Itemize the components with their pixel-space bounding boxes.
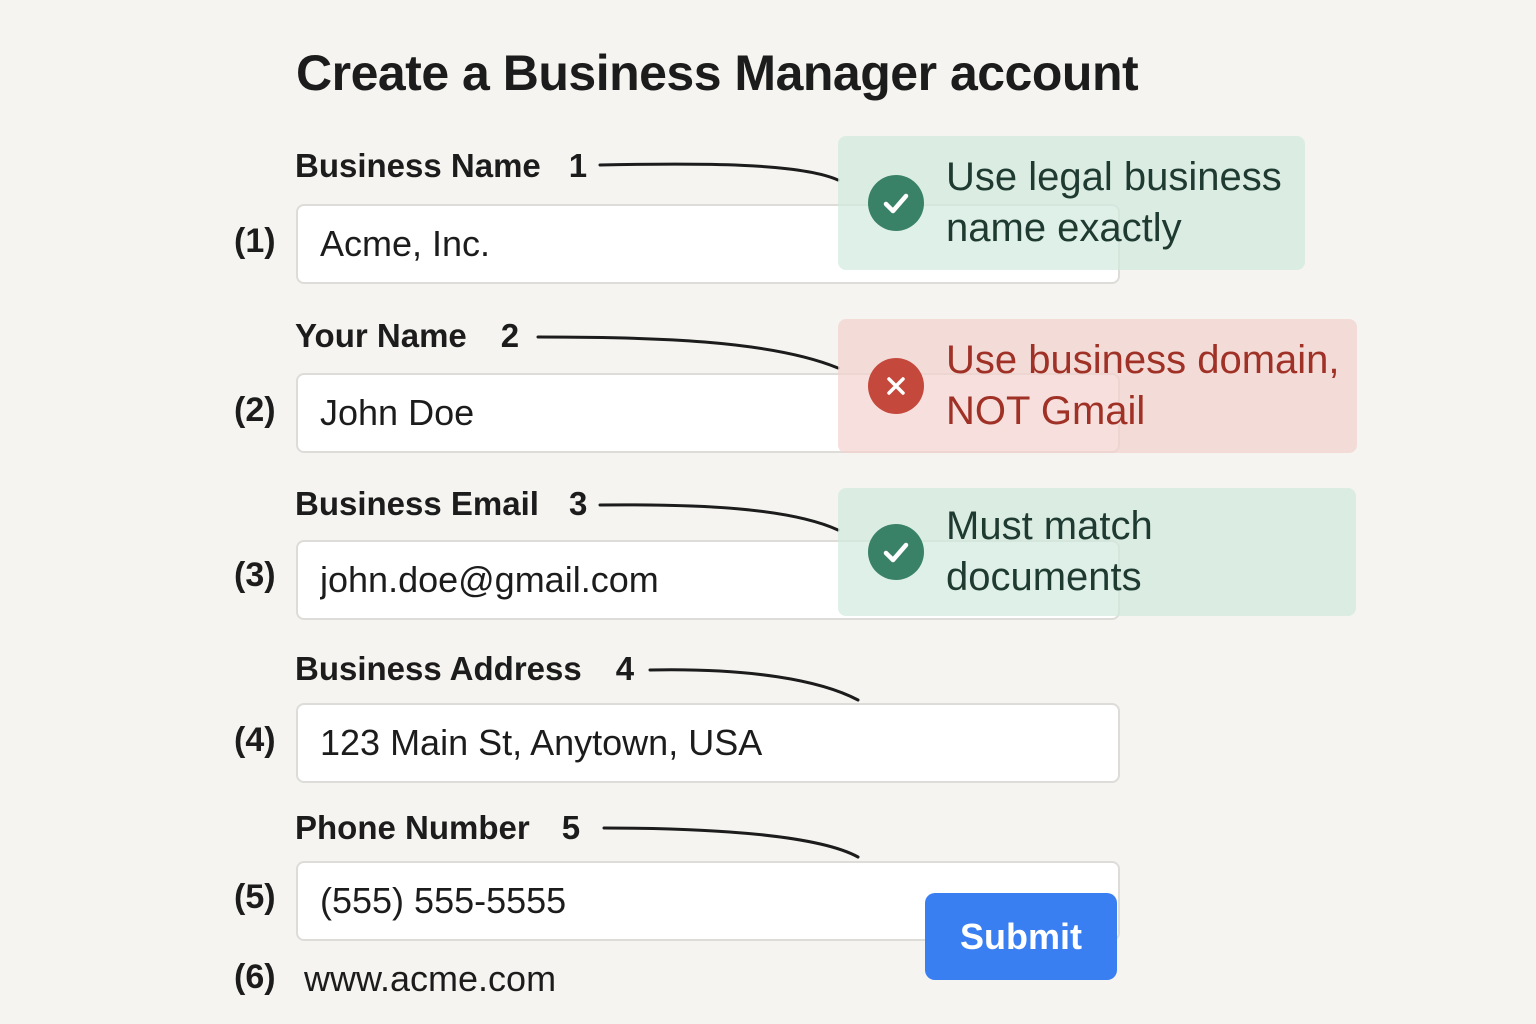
field-number: 3 — [568, 485, 588, 522]
row-index: (6) — [234, 958, 276, 996]
callout-line: NOT Gmail — [946, 389, 1146, 433]
callout-line: Use business domain, — [946, 338, 1340, 382]
field-label-text: Business Email — [295, 485, 539, 522]
field-number: 2 — [500, 317, 520, 354]
check-icon — [868, 175, 924, 231]
field-label-text: Your Name — [295, 317, 467, 354]
field-label-text: Business Address — [295, 650, 582, 687]
business-address-input[interactable] — [296, 703, 1120, 783]
row-index: (1) — [234, 222, 276, 260]
business-address-label: Business Address 4 — [295, 650, 634, 688]
callout-line: documents — [946, 555, 1142, 599]
field-number: 4 — [615, 650, 635, 687]
x-icon — [868, 358, 924, 414]
field-number: 1 — [568, 147, 588, 184]
connector-line-5 — [602, 826, 860, 859]
callout-business-domain: Use business domain, NOT Gmail — [838, 319, 1357, 453]
business-email-label: Business Email 3 — [295, 485, 587, 523]
row-index: (2) — [234, 391, 276, 429]
callout-text: Use business domain, NOT Gmail — [946, 335, 1340, 437]
submit-button[interactable]: Submit — [925, 893, 1117, 980]
callout-line: Use legal business — [946, 155, 1282, 199]
row-index: (3) — [234, 556, 276, 594]
row-index: (4) — [234, 721, 276, 759]
website-text: www.acme.com — [304, 958, 557, 999]
connector-line-3 — [598, 503, 840, 532]
connector-line-2 — [536, 335, 840, 370]
callout-line: Must match — [946, 504, 1153, 548]
page-title: Create a Business Manager account — [296, 45, 1139, 101]
callout-line: name exactly — [946, 206, 1182, 250]
callout-text: Use legal business name exactly — [946, 152, 1282, 254]
field-number: 5 — [561, 809, 581, 846]
check-icon — [868, 524, 924, 580]
callout-text: Must match documents — [946, 501, 1153, 603]
business-name-label: Business Name 1 — [295, 147, 587, 185]
row-index: (5) — [234, 878, 276, 916]
callout-legal-name: Use legal business name exactly — [838, 136, 1305, 270]
field-label-text: Phone Number — [295, 809, 530, 846]
field-label-text: Business Name — [295, 147, 541, 184]
callout-match-documents: Must match documents — [838, 488, 1356, 616]
phone-number-label: Phone Number 5 — [295, 809, 580, 847]
connector-line-4 — [648, 668, 860, 702]
connector-line-1 — [598, 162, 840, 182]
your-name-label: Your Name 2 — [295, 317, 519, 355]
